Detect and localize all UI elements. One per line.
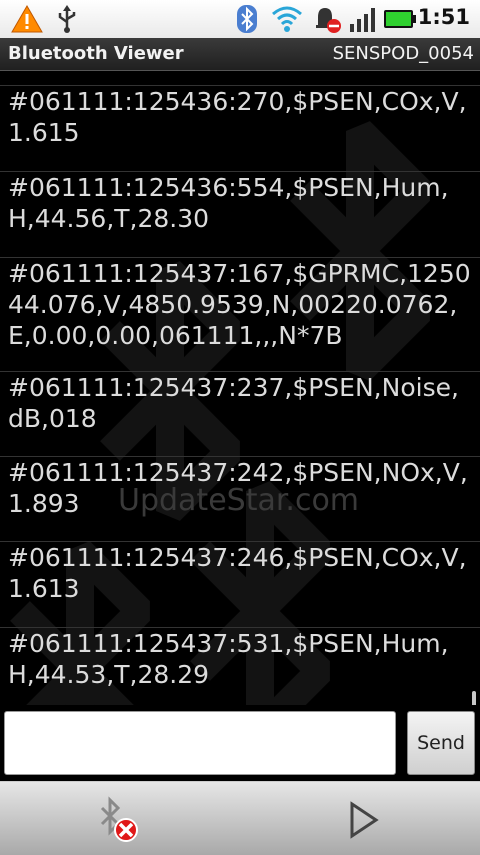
battery-icon	[384, 10, 416, 28]
warning-icon	[11, 4, 43, 33]
scrollbar[interactable]	[472, 691, 476, 705]
device-name: SENSPOD_0054	[332, 43, 474, 64]
list-item: #061111:125437:237,$PSEN,Noise,dB,018	[0, 371, 480, 434]
send-button[interactable]: Send	[407, 711, 475, 775]
list-item: #061111:125436:554,$PSEN,Hum,H,44.56,T,2…	[0, 171, 480, 234]
bluetooth-icon	[237, 5, 257, 33]
alarm-off-icon	[316, 8, 341, 33]
clock: 1:51	[417, 5, 470, 29]
wifi-icon	[272, 6, 302, 32]
list-item: #061111:125437:242,$PSEN,NOx,V,1.893	[0, 456, 480, 519]
input-row: Send	[0, 705, 480, 781]
bluetooth-disconnect-icon[interactable]	[92, 792, 152, 848]
bottom-bar	[0, 781, 480, 855]
play-icon[interactable]	[334, 792, 394, 848]
list-item: #061111:125436:270,$PSEN,COx,V,1.615	[0, 85, 480, 148]
signal-icon	[350, 8, 375, 32]
message-list[interactable]: UpdateStar.com #061111:125436:270,$PSEN,…	[0, 71, 480, 705]
status-bar: 1:51	[0, 0, 480, 38]
list-item: #061111:125437:246,$PSEN,COx,V,1.613	[0, 541, 480, 604]
message-input[interactable]	[4, 711, 396, 775]
usb-icon	[58, 5, 76, 33]
title-bar: Bluetooth Viewer SENSPOD_0054	[0, 38, 480, 71]
app-title: Bluetooth Viewer	[8, 43, 184, 64]
list-item: #061111:125437:167,$GPRMC,125044.076,V,4…	[0, 257, 480, 351]
list-item: #061111:125437:531,$PSEN,Hum,H,44.53,T,2…	[0, 627, 480, 690]
